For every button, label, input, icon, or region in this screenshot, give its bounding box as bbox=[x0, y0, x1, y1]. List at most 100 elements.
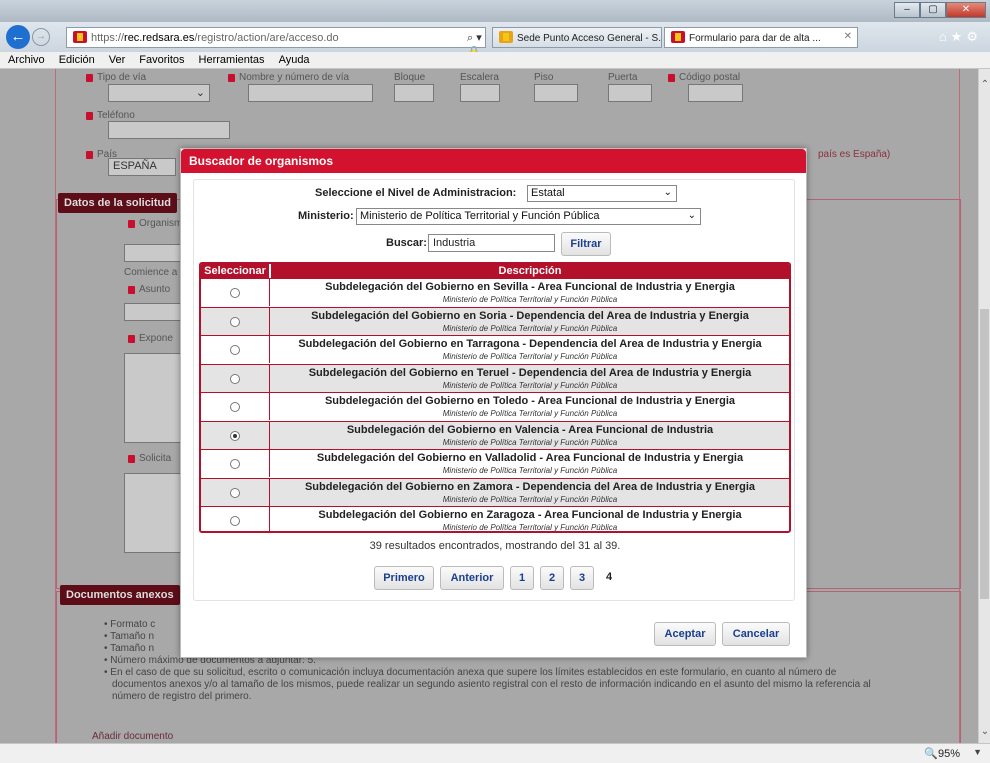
dialog-title: Buscador de organismos bbox=[181, 149, 806, 173]
aceptar-button[interactable]: Aceptar bbox=[654, 622, 716, 646]
docs-note: • En el caso de que su solicitud, escrit… bbox=[104, 667, 837, 678]
select-radio[interactable] bbox=[230, 516, 240, 526]
page-scrollbar[interactable]: ⌃ ⌄ bbox=[978, 69, 990, 743]
select-radio[interactable] bbox=[230, 345, 240, 355]
escalera-input[interactable] bbox=[460, 84, 500, 102]
close-window-button[interactable]: ✕ bbox=[946, 2, 986, 18]
tab-label: Sede Punto Acceso General - S... bbox=[517, 33, 662, 44]
organismo-label: Organism bbox=[128, 218, 182, 229]
select-radio[interactable] bbox=[230, 430, 240, 441]
bloque-label: Bloque bbox=[394, 72, 426, 83]
scroll-down-icon[interactable]: ⌄ bbox=[979, 726, 990, 737]
codigo-postal-input[interactable] bbox=[688, 84, 743, 102]
zoom-dropdown-icon[interactable]: ▼ bbox=[973, 747, 982, 757]
table-row[interactable]: Subdelegación del Gobierno en Valladolid… bbox=[201, 449, 789, 477]
add-document-link[interactable]: Añadir documento bbox=[92, 731, 173, 742]
url-host: rec.redsara.es bbox=[124, 32, 195, 44]
maximize-button[interactable]: ▢ bbox=[920, 2, 946, 18]
select-cell bbox=[201, 421, 270, 449]
nombre-via-input[interactable] bbox=[248, 84, 373, 102]
toolbar-icons[interactable]: ⌂★⚙ bbox=[939, 29, 982, 45]
required-icon bbox=[128, 454, 135, 463]
minimize-button[interactable]: – bbox=[894, 2, 920, 18]
menu-favoritos[interactable]: Favoritos bbox=[139, 54, 184, 66]
scroll-up-icon[interactable]: ⌃ bbox=[979, 79, 990, 90]
table-row[interactable]: Subdelegación del Gobierno en Toledo - A… bbox=[201, 392, 789, 420]
back-button[interactable]: ← bbox=[6, 25, 30, 49]
pager-page-2[interactable]: 2 bbox=[540, 566, 564, 590]
organismo-ministry: Ministerio de Política Territorial y Fun… bbox=[442, 409, 618, 418]
codigo-postal-label: Código postal bbox=[668, 72, 740, 83]
required-icon bbox=[86, 73, 93, 82]
window-titlebar: – ▢ ✕ bbox=[0, 0, 990, 22]
docs-note: documentos anexos y/o al tamaño de los m… bbox=[112, 679, 871, 690]
required-icon bbox=[86, 111, 93, 120]
buscar-input[interactable]: Industria bbox=[428, 234, 555, 252]
organismo-input[interactable] bbox=[124, 244, 184, 262]
nombre-via-label: Nombre y número de vía bbox=[228, 72, 349, 83]
address-bar[interactable]: https://rec.redsara.es/registro/action/a… bbox=[66, 27, 486, 70]
ministerio-select[interactable]: Ministerio de Política Territorial y Fun… bbox=[356, 208, 701, 225]
menu-herramientas[interactable]: Herramientas bbox=[199, 54, 265, 66]
select-radio[interactable] bbox=[230, 459, 240, 469]
datos-section-title: Datos de la solicitud bbox=[58, 193, 177, 213]
tipo-via-select[interactable]: ⌄ bbox=[108, 84, 210, 102]
pager-prev-button[interactable]: Anterior bbox=[440, 566, 504, 590]
piso-label: Piso bbox=[534, 72, 554, 83]
organismo-ministry: Ministerio de Política Territorial y Fun… bbox=[442, 380, 618, 390]
asunto-label: Asunto bbox=[128, 284, 170, 295]
table-row[interactable]: Subdelegación del Gobierno en Soria - De… bbox=[201, 306, 789, 335]
site-favicon-icon bbox=[671, 31, 685, 43]
select-radio[interactable] bbox=[230, 288, 240, 298]
select-cell bbox=[201, 507, 270, 531]
required-icon bbox=[128, 219, 135, 228]
nivel-select[interactable]: Estatal ⌄ bbox=[527, 185, 677, 202]
select-cell bbox=[201, 307, 270, 335]
asunto-input[interactable] bbox=[124, 303, 184, 321]
table-row[interactable]: Subdelegación del Gobierno en Zaragoza -… bbox=[201, 506, 789, 531]
required-icon bbox=[228, 73, 235, 82]
puerta-input[interactable] bbox=[608, 84, 652, 102]
results-table: Seleccionar Descripción Subdelegación de… bbox=[199, 262, 791, 533]
expone-textarea[interactable] bbox=[124, 353, 184, 443]
forward-button[interactable]: → bbox=[32, 28, 50, 46]
bloque-input[interactable] bbox=[394, 84, 434, 102]
organismo-ministry: Ministerio de Política Territorial y Fun… bbox=[442, 323, 618, 333]
pager-first-button[interactable]: Primero bbox=[374, 566, 434, 590]
tab-close-icon[interactable]: ✕ bbox=[844, 31, 852, 42]
select-cell bbox=[201, 393, 270, 420]
cancelar-button[interactable]: Cancelar bbox=[722, 622, 790, 646]
scroll-thumb[interactable] bbox=[980, 309, 989, 599]
table-row[interactable]: Subdelegación del Gobierno en Sevilla - … bbox=[201, 278, 789, 306]
table-row[interactable]: Subdelegación del Gobierno en Teruel - D… bbox=[201, 363, 789, 392]
menu-ver[interactable]: Ver bbox=[109, 54, 126, 66]
pais-select[interactable]: ESPAÑA bbox=[108, 158, 176, 176]
select-radio[interactable] bbox=[230, 316, 240, 327]
menu-ayuda[interactable]: Ayuda bbox=[279, 54, 310, 66]
pager-page-1[interactable]: 1 bbox=[510, 566, 534, 590]
solicita-textarea[interactable] bbox=[124, 473, 184, 553]
select-cell bbox=[201, 336, 270, 363]
piso-input[interactable] bbox=[534, 84, 578, 102]
organismo-name: Subdelegación del Gobierno en Valencia -… bbox=[346, 423, 714, 436]
select-radio[interactable] bbox=[230, 402, 240, 412]
table-row[interactable]: Subdelegación del Gobierno en Tarragona … bbox=[201, 335, 789, 363]
select-radio[interactable] bbox=[230, 487, 240, 498]
table-row[interactable]: Subdelegación del Gobierno en Valencia -… bbox=[201, 420, 789, 449]
filtrar-button[interactable]: Filtrar bbox=[561, 232, 611, 256]
required-icon bbox=[668, 73, 675, 82]
telefono-input[interactable] bbox=[108, 121, 230, 139]
col-header-descripcion: Descripción bbox=[271, 264, 789, 278]
tab-formulario[interactable]: Formulario para dar de alta ... ✕ bbox=[664, 27, 858, 48]
pager-page-3[interactable]: 3 bbox=[570, 566, 594, 590]
organismo-name: Subdelegación del Gobierno en Tarragona … bbox=[298, 338, 762, 350]
escalera-label: Escalera bbox=[460, 72, 499, 83]
menu-edicion[interactable]: Edición bbox=[59, 54, 95, 66]
menu-archivo[interactable]: Archivo bbox=[8, 54, 45, 66]
folder-icon bbox=[499, 31, 513, 43]
tab-sede-punto-acceso[interactable]: Sede Punto Acceso General - S... bbox=[492, 27, 662, 48]
table-row[interactable]: Subdelegación del Gobierno en Zamora - D… bbox=[201, 477, 789, 506]
zoom-level[interactable]: 🔍95% bbox=[924, 747, 960, 760]
select-radio[interactable] bbox=[230, 373, 240, 384]
organismo-ministry: Ministerio de Política Territorial y Fun… bbox=[442, 466, 618, 475]
